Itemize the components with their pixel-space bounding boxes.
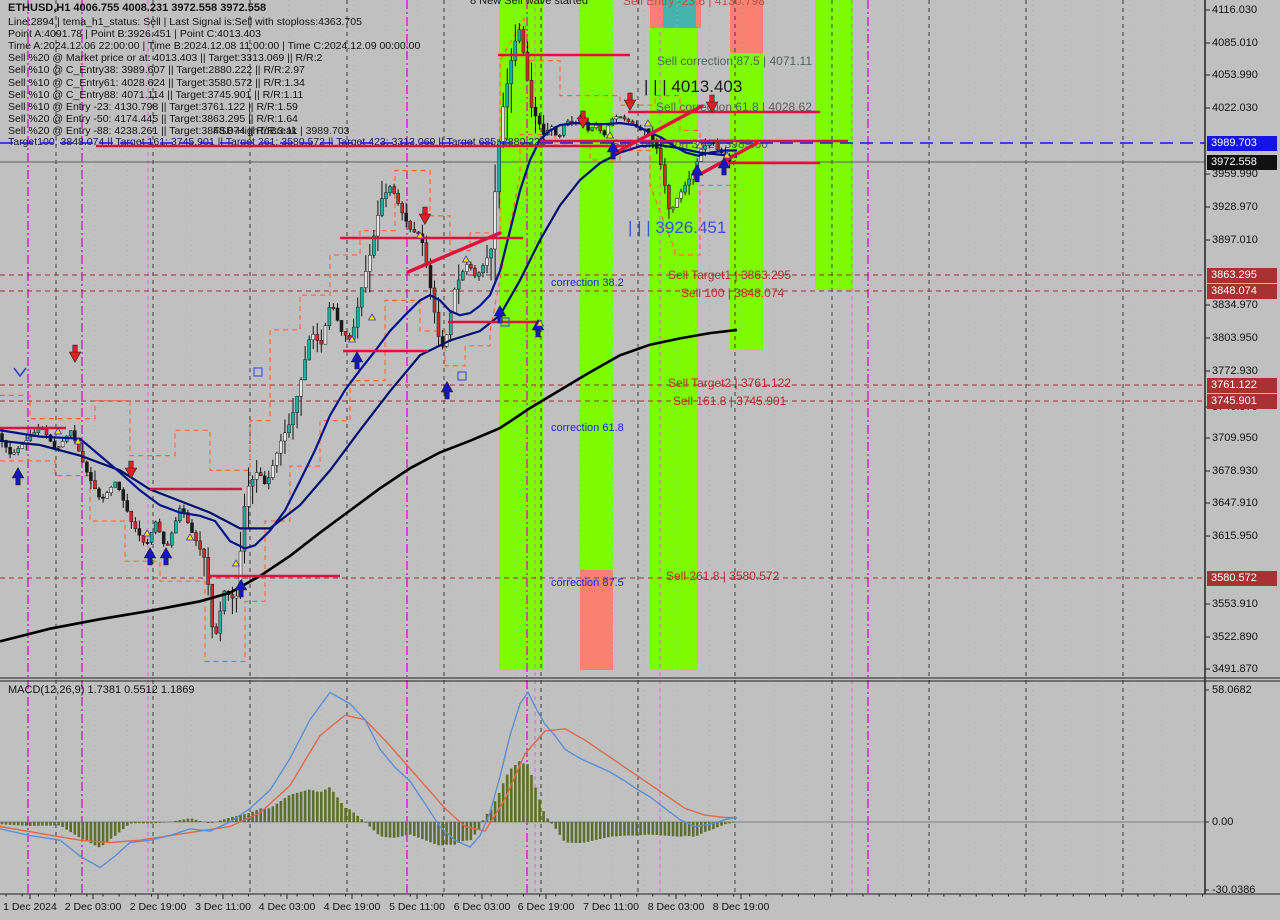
signal-info-line: Point A:4091.78 | Point B:3926.451 | Poi… [8, 28, 261, 40]
signal-info-line: Line:2894 | tema_h1_status: Sell | Last … [8, 16, 362, 28]
chart-annotation-label: Sell 261.8 | 3580.572 [666, 570, 779, 583]
signal-info-line: Time A:2024.12.06 22:00:00 | Time B:2024… [8, 40, 420, 52]
targets-summary-line: Target100: 3848.074 || Target 161: 3745.… [8, 137, 546, 149]
macd-indicator-label: MACD(12,26,9) 1.7381 0.5512 1.1869 [8, 684, 195, 696]
chart-annotation-label: Sell 161.8 | 3745.901 [673, 395, 786, 408]
symbol-ohlc-line: ETHUSD,H1 4006.755 4008.231 3972.558 397… [8, 2, 266, 14]
chart-annotation-label: | | | 4013.403 [644, 78, 742, 97]
signal-info-line: Sell %10 @ C_Entry38: 3989.607 || Target… [8, 64, 305, 76]
signal-info-line: Sell %10 @ C_Entry61: 4028.624 || Target… [8, 77, 305, 89]
trading-chart-window: ETHUSD,H1 4006.755 4008.231 3972.558 397… [0, 0, 1280, 920]
signal-info-line: Sell %10 @ Entry -23: 4130.798 || Target… [8, 101, 298, 113]
chart-annotation-label: Sell Target2 | 3761.122 [668, 377, 791, 390]
signal-info-line: Sell %20 @ Market price or at: 4013.403 … [8, 52, 322, 64]
chart-annotation-label: Sell correction 61.8 | 4028.62 [656, 101, 812, 114]
chart-annotation-label: Sell correction 38.2 | 3989.60 [612, 138, 768, 151]
new-sell-wave-label: 8 New Sell wave started [470, 0, 588, 7]
chart-annotation-label: correction 38.2 [551, 277, 624, 289]
chart-annotation-label: Sell Target1 | 3863.295 [668, 269, 791, 282]
sell-entry-label: Sell Entry -23.6 | 4130.798 [623, 0, 765, 8]
chart-annotation-label: | | | 3926.451 [628, 219, 726, 238]
chart-text-layer: ETHUSD,H1 4006.755 4008.231 3972.558 397… [0, 0, 1280, 920]
chart-annotation-label: Sell 100 | 3848.074 [681, 287, 784, 300]
chart-annotation-label: Sell correction 87.5 | 4071.11 [657, 55, 812, 68]
signal-info-line: Sell %10 @ C_Entry88: 4071.114 || Target… [8, 89, 303, 101]
chart-annotation-label: correction 87.5 [551, 577, 624, 589]
signal-info-line: Sell %20 @ Entry -50: 4174.445 || Target… [8, 113, 298, 125]
chart-annotation-label: correction 61.8 [551, 422, 624, 434]
